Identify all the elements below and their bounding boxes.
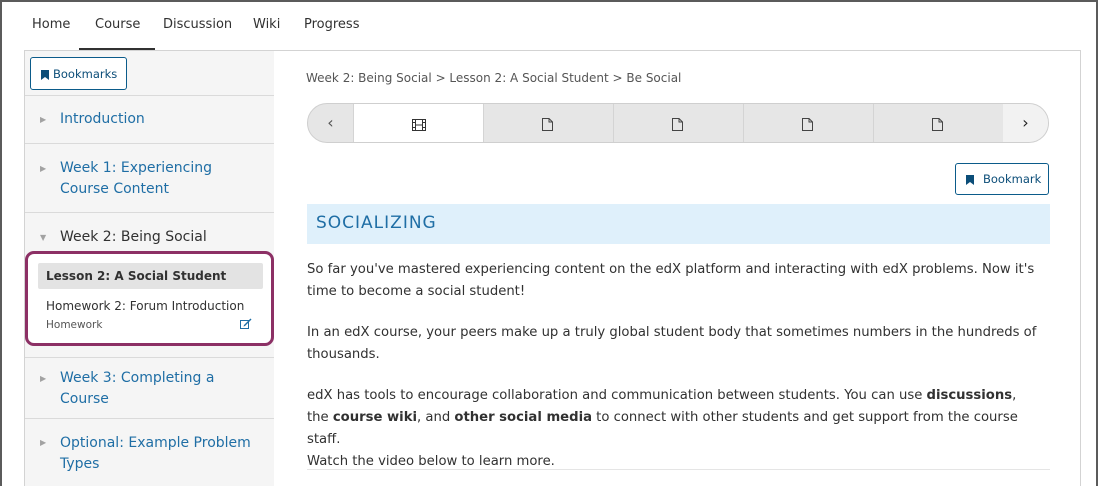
tab-discussion[interactable]: Discussion <box>163 17 232 32</box>
paragraph-1-line-1: So far you've mastered experiencing cont… <box>307 262 1035 277</box>
paragraph-2: In an edX course, your peers make up a t… <box>307 322 1047 366</box>
tab-wiki[interactable]: Wiki <box>253 17 280 32</box>
page-icon <box>802 116 813 135</box>
subsection-homework-2[interactable]: Homework 2: Forum Introduction <box>46 299 244 313</box>
tab-home[interactable]: Home <box>32 17 70 32</box>
sidebar-section-title[interactable]: Optional: Example Problem Types <box>60 433 260 475</box>
tab-progress[interactable]: Progress <box>304 17 359 32</box>
course-tab-navigation: Home Course Discussion Wiki Progress <box>2 2 1096 51</box>
bookmarks-button-label: Bookmarks <box>53 67 118 81</box>
unit-heading: SOCIALIZING <box>307 204 1050 244</box>
paragraph-3-line-1: edX has tools to encourage collaboration… <box>307 388 1017 403</box>
sequence-tab-page[interactable] <box>483 104 613 142</box>
course-content: Week 2: Being Social > Lesson 2: A Socia… <box>274 50 1081 486</box>
sequence-tab-page[interactable] <box>743 104 873 142</box>
breadcrumb: Week 2: Being Social > Lesson 2: A Socia… <box>306 71 682 85</box>
subsection-lesson-2[interactable]: Lesson 2: A Social Student <box>38 263 263 289</box>
sequence-tab-page[interactable] <box>613 104 743 142</box>
course-outline-sidebar: Bookmarks ▶ Introduction ▶ Week 1: Exper… <box>24 50 275 486</box>
social-media-emphasis: other social media <box>454 410 592 425</box>
discussions-emphasis: discussions <box>926 388 1013 403</box>
bookmark-icon <box>966 174 974 188</box>
chevron-left-icon: ‹ <box>327 113 334 132</box>
sequence-tab-page[interactable] <box>873 104 1003 142</box>
caret-right-icon: ▶ <box>40 115 47 124</box>
caret-right-icon: ▶ <box>40 374 47 383</box>
caret-down-icon: ▼ <box>40 233 47 242</box>
sidebar-section-week3[interactable]: ▶ Week 3: Completing a Course <box>25 357 274 418</box>
paragraph-2-line-2: thousands. <box>307 347 380 362</box>
paragraph-2-line-1: In an edX course, your peers make up a t… <box>307 325 1037 340</box>
paragraph-1: So far you've mastered experiencing cont… <box>307 259 1047 303</box>
bookmark-button[interactable]: Bookmark <box>955 163 1049 195</box>
sidebar-section-title[interactable]: Introduction <box>60 109 265 130</box>
bookmark-button-label: Bookmark <box>983 172 1042 186</box>
graded-edit-icon <box>240 314 252 333</box>
sidebar-section-title[interactable]: Week 1: Experiencing Course Content <box>60 158 260 200</box>
chevron-right-icon: › <box>1022 113 1029 132</box>
caret-right-icon: ▶ <box>40 164 47 173</box>
previous-unit-button[interactable]: ‹ <box>308 104 353 142</box>
page-icon <box>932 116 943 135</box>
sidebar-section-title[interactable]: Week 3: Completing a Course <box>60 368 230 410</box>
sidebar-section-title[interactable]: Week 2: Being Social <box>60 227 265 248</box>
paragraph-3: edX has tools to encourage collaboration… <box>307 385 1047 473</box>
sidebar-section-optional[interactable]: ▶ Optional: Example Problem Types <box>25 418 274 486</box>
sidebar-section-week1[interactable]: ▶ Week 1: Experiencing Course Content <box>25 143 274 212</box>
sequence-tab-video[interactable] <box>353 104 483 142</box>
page-icon <box>542 116 553 135</box>
unit-heading-text: SOCIALIZING <box>316 213 437 233</box>
caret-right-icon: ▶ <box>40 438 47 447</box>
page-icon <box>672 116 683 135</box>
sequence-navigation: ‹ › <box>307 103 1049 143</box>
open-section-subsections: Lesson 2: A Social Student Homework 2: F… <box>25 251 274 346</box>
content-divider <box>307 469 1050 470</box>
course-wiki-emphasis: course wiki <box>332 410 417 425</box>
course-window: Home Course Discussion Wiki Progress Boo… <box>0 0 1098 486</box>
paragraph-1-line-2: time to become a social student! <box>307 284 526 299</box>
paragraph-3-line-2: the course wiki, and other social media … <box>307 410 1018 447</box>
bookmark-icon <box>41 69 49 83</box>
next-unit-button[interactable]: › <box>1003 104 1048 142</box>
sidebar-section-introduction[interactable]: ▶ Introduction <box>25 95 274 143</box>
bookmarks-button[interactable]: Bookmarks <box>30 57 127 90</box>
tab-course[interactable]: Course <box>78 17 156 50</box>
subsection-type-label: Homework <box>46 319 103 331</box>
video-icon <box>412 116 426 135</box>
